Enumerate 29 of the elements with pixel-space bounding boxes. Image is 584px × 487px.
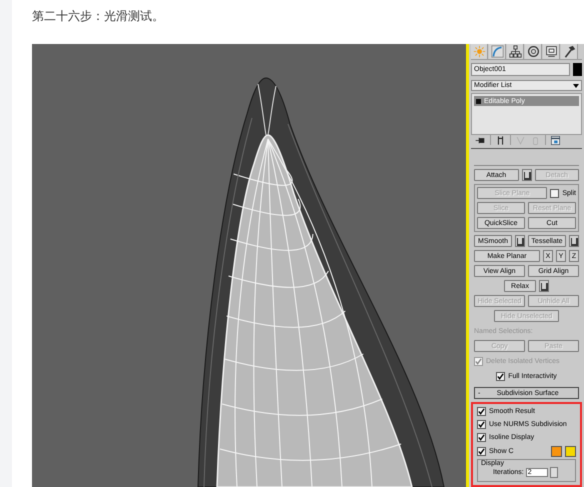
settings-button[interactable] [538, 280, 549, 292]
expand-icon [476, 98, 481, 104]
display-tab-icon [544, 45, 558, 58]
hierarchy-tab-icon [508, 45, 522, 58]
create-tab-icon [472, 45, 486, 58]
configure-icon[interactable] [550, 134, 561, 146]
checkbox[interactable] [496, 372, 506, 381]
panel-tab[interactable] [543, 44, 560, 59]
motion-tab-icon [526, 45, 540, 58]
object-color-swatch[interactable] [573, 63, 582, 76]
panel-tab[interactable] [525, 44, 542, 59]
hammer-icon [562, 45, 576, 58]
panel-tab[interactable] [507, 44, 524, 59]
fork-icon[interactable] [495, 134, 506, 146]
settings-button[interactable] [515, 235, 525, 248]
checkbox[interactable] [477, 407, 486, 416]
spinner-button[interactable] [550, 467, 558, 478]
step-heading: 第二十六步：光滑测试。 [32, 8, 165, 25]
checkbox[interactable] [477, 433, 486, 442]
curve-tab-icon [490, 45, 504, 58]
settings-button[interactable] [569, 235, 579, 248]
color-swatch[interactable] [551, 446, 562, 458]
panel-tab[interactable] [561, 44, 578, 59]
checkbox[interactable] [550, 188, 560, 198]
checkbox[interactable] [477, 447, 486, 456]
dropdown-arrow-icon [573, 84, 579, 88]
color-swatch[interactable] [565, 446, 576, 458]
settings-button[interactable] [522, 169, 532, 182]
checkbox[interactable] [477, 420, 486, 430]
